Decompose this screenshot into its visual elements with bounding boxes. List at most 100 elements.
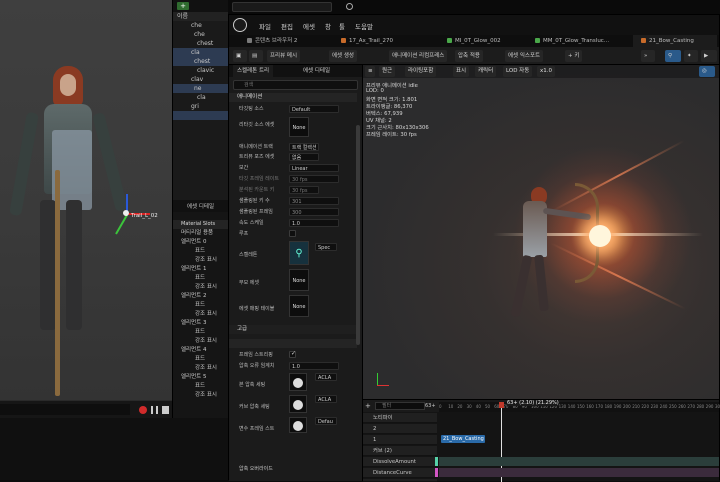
- material-slot-row[interactable]: 표드: [173, 382, 228, 391]
- material-slot-row[interactable]: 엘리먼트 1: [173, 265, 228, 274]
- outliner-row[interactable]: cla: [173, 48, 228, 57]
- asset-details-tab[interactable]: 에셋 디테일: [187, 202, 214, 210]
- track-notify-2[interactable]: 2: [363, 424, 437, 434]
- content-search-input[interactable]: [232, 2, 332, 12]
- add-button[interactable]: +: [177, 2, 189, 10]
- loop-checkbox[interactable]: [289, 230, 296, 237]
- outliner-row[interactable]: ne: [173, 84, 228, 93]
- material-slot-row[interactable]: 강조 표시: [173, 283, 228, 292]
- tab-bow-casting[interactable]: 21_Bow_Casting: [633, 35, 717, 47]
- anim-mode-icon[interactable]: ▶: [701, 50, 717, 62]
- bone-compression-thumbnail[interactable]: [289, 373, 307, 391]
- material-slot-row[interactable]: 강조 표시: [173, 391, 228, 400]
- skeleton-dropdown[interactable]: Spec: [315, 243, 337, 251]
- preview-mesh-button[interactable]: 프리뷰 메시: [267, 50, 301, 62]
- viewport-menu-icon[interactable]: ≡: [365, 66, 375, 77]
- gizmo-z-axis[interactable]: [115, 214, 128, 235]
- mesh-mode-icon[interactable]: ✦: [684, 50, 698, 62]
- outliner-row[interactable]: chest: [173, 57, 228, 66]
- menu-file[interactable]: 파일: [259, 21, 271, 31]
- create-asset-button[interactable]: 에셋 생성: [329, 50, 357, 62]
- tab-asset-details[interactable]: 에셋 디테일: [299, 65, 334, 77]
- perspective-button[interactable]: 원근: [379, 66, 396, 77]
- tab-mm-glow[interactable]: MM_0T_Glow_Transluc...: [527, 35, 631, 47]
- preview-viewport[interactable]: ≡ 원근 라이팅포함 표시 캐릭터 LOD 자동 x1.0 ◎ 프리뷰 애니메이…: [363, 65, 719, 399]
- browse-icon[interactable]: ▤: [249, 50, 263, 62]
- menu-help[interactable]: 도움말: [355, 21, 373, 31]
- speed-button[interactable]: x1.0: [537, 66, 556, 77]
- material-slot-row[interactable]: 엘리먼트 4: [173, 346, 228, 355]
- rate-scale-field[interactable]: 1.0: [289, 219, 339, 227]
- material-slot-row[interactable]: 표드: [173, 301, 228, 310]
- tab-mi-glow[interactable]: MI_0T_Glow_002: [439, 35, 525, 47]
- level-viewport[interactable]: Trail_L_02: [0, 0, 172, 400]
- stop-icon[interactable]: [162, 406, 169, 414]
- outliner-row[interactable]: [173, 111, 228, 120]
- asset-mapping-thumbnail[interactable]: None: [289, 295, 309, 317]
- material-slot-row[interactable]: 강조 표시: [173, 256, 228, 265]
- lighting-button[interactable]: 라이팅포함: [405, 66, 437, 77]
- outliner-row[interactable]: chest: [173, 39, 228, 48]
- details-scrollbar[interactable]: [356, 125, 360, 345]
- show-button[interactable]: 표시: [453, 66, 470, 77]
- recompress-button[interactable]: 애니메이션 리컴프레스: [389, 50, 448, 62]
- retarget-source-dropdown[interactable]: Default: [289, 105, 339, 113]
- curve-compression-dropdown[interactable]: ACLA: [315, 395, 337, 403]
- menu-edit[interactable]: 편집: [281, 21, 293, 31]
- interpolation-dropdown[interactable]: Linear: [289, 164, 339, 172]
- tab-ax-trail[interactable]: 17_Ax_Trail_270: [333, 35, 435, 47]
- skeleton-mode-icon[interactable]: ⚲: [665, 50, 681, 62]
- outliner-row[interactable]: gri: [173, 102, 228, 111]
- notify-clip[interactable]: 21_Bow_Casting: [441, 435, 485, 443]
- pause-icon[interactable]: [151, 406, 158, 414]
- section-advanced[interactable]: 고급: [229, 325, 357, 334]
- scrub-bar[interactable]: [0, 404, 130, 415]
- gear-icon[interactable]: [346, 3, 353, 10]
- menu-window[interactable]: 창: [325, 21, 331, 31]
- apply-compression-button[interactable]: 압축 적용: [455, 50, 483, 62]
- material-slot-row[interactable]: 엘리먼트 2: [173, 292, 228, 301]
- track-notify-1[interactable]: 1: [363, 435, 437, 445]
- outliner-row[interactable]: che: [173, 30, 228, 39]
- track-curves[interactable]: 커브 (2): [363, 446, 437, 456]
- export-asset-button[interactable]: 에셋 익스포트: [505, 50, 544, 62]
- outliner-row[interactable]: [173, 129, 228, 138]
- material-slot-row[interactable]: 엘리먼트 0: [173, 238, 228, 247]
- preview-pose-dropdown[interactable]: 없음: [289, 153, 319, 161]
- outliner-row[interactable]: cla: [173, 93, 228, 102]
- menu-tools[interactable]: 툴: [339, 21, 345, 31]
- sample-rate-field[interactable]: 30 fps: [289, 186, 319, 194]
- material-slot-row[interactable]: 표드: [173, 328, 228, 337]
- retarget-asset-thumbnail[interactable]: None: [289, 117, 309, 137]
- track-distance-curve[interactable]: DistanceCurve: [363, 468, 437, 478]
- tab-content-browser[interactable]: 콘텐츠 브라우저 2: [239, 35, 329, 47]
- tab-skeleton-tree[interactable]: 스켈레톤 트리: [233, 65, 274, 77]
- material-slot-row[interactable]: 강조 표시: [173, 364, 228, 373]
- material-slot-row[interactable]: 표드: [173, 274, 228, 283]
- outliner-row[interactable]: clav: [173, 75, 228, 84]
- track-notifies[interactable]: 노티파이: [363, 413, 437, 423]
- material-slot-row[interactable]: 엘리먼트 5: [173, 373, 228, 382]
- details-search-input[interactable]: 검색: [233, 80, 358, 90]
- curve-compression-thumbnail[interactable]: [289, 395, 307, 413]
- outliner-row[interactable]: [173, 120, 228, 129]
- material-slot-row[interactable]: 엘리먼트 3: [173, 319, 228, 328]
- material-slot-row[interactable]: 표드: [173, 355, 228, 364]
- material-slot-row[interactable]: 표드: [173, 247, 228, 256]
- add-key-button[interactable]: + 키: [565, 50, 583, 62]
- material-slot-row[interactable]: 강조 표시: [173, 310, 228, 319]
- save-icon[interactable]: ▣: [233, 50, 247, 62]
- var-frame-thumbnail[interactable]: [289, 417, 307, 433]
- gizmo-pivot[interactable]: [123, 210, 129, 216]
- anim-track-dropdown[interactable]: 트랙 컬렉션: [289, 143, 319, 151]
- camera-speed-icon[interactable]: ◎: [699, 66, 715, 77]
- outliner-row[interactable]: che: [173, 21, 228, 30]
- section-compression[interactable]: [229, 339, 357, 348]
- bone-compression-dropdown[interactable]: ACLA: [315, 373, 337, 381]
- skeleton-thumbnail[interactable]: ⚲: [289, 241, 309, 265]
- character-button[interactable]: 캐릭터: [475, 66, 497, 77]
- parent-asset-thumbnail[interactable]: None: [289, 269, 309, 291]
- material-slots-header[interactable]: Material Slots: [173, 220, 228, 229]
- record-icon[interactable]: [139, 406, 147, 414]
- track-dissolve-amount[interactable]: DissolveAmount: [363, 457, 437, 467]
